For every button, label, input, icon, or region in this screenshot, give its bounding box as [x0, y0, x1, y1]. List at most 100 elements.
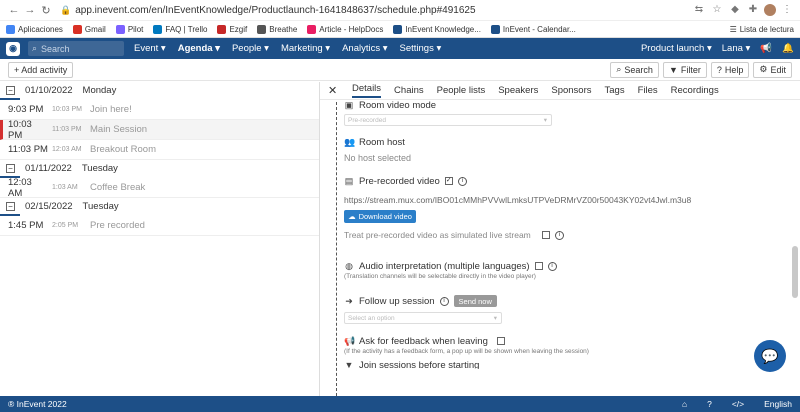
bookmark-label: Breathe	[269, 25, 298, 34]
info-icon[interactable]: i	[547, 261, 557, 271]
activity-name: Pre recorded	[90, 220, 145, 231]
collapse-icon[interactable]: −	[6, 163, 15, 173]
language-selector[interactable]: English	[764, 399, 792, 409]
send-now-button[interactable]: Send now	[453, 295, 497, 307]
bell-icon[interactable]: 🔔	[782, 43, 794, 54]
room-video-mode-select[interactable]: Pre-recorded ▾	[344, 114, 552, 126]
close-icon[interactable]: ✕	[328, 84, 337, 97]
reload-icon[interactable]: ↻	[38, 4, 54, 17]
bookmark-label: InEvent Knowledge...	[405, 25, 481, 34]
event-selector[interactable]: Product launch ▾	[641, 43, 712, 54]
download-video-button[interactable]: ☁ Download video	[344, 210, 416, 223]
code-icon[interactable]: </>	[732, 399, 744, 409]
profile-avatar[interactable]	[764, 4, 776, 16]
nav-people[interactable]: People ▾	[232, 43, 269, 54]
detail-scrollbar[interactable]	[792, 102, 798, 396]
bookmark-item[interactable]: Gmail	[72, 25, 106, 34]
menu-icon[interactable]: ⋮	[780, 4, 794, 16]
room-video-mode-text: Room video mode	[359, 100, 437, 110]
simulated-live-checkbox[interactable]	[541, 231, 550, 239]
translate-icon[interactable]: ⇆	[692, 4, 706, 16]
scrollbar-thumb[interactable]	[792, 246, 798, 298]
feedback-text: Ask for feedback when leaving	[359, 335, 488, 347]
timeline-divider	[336, 102, 337, 396]
help-icon: ?	[716, 64, 722, 75]
info-icon[interactable]: i	[439, 296, 449, 306]
tab-sponsors[interactable]: Sponsors	[551, 85, 591, 96]
tab-tags[interactable]: Tags	[605, 85, 625, 96]
bookmarks-bar: Aplicaciones Gmail Pilot FAQ | Trello Ez…	[0, 20, 800, 38]
prerecorded-checkbox[interactable]: ✓	[444, 177, 453, 185]
nav-right: Product launch ▾ Lana ▾ 📢 🔔	[641, 43, 794, 54]
tab-recordings[interactable]: Recordings	[671, 85, 719, 96]
tab-details[interactable]: Details	[352, 83, 382, 98]
tab-chains[interactable]: Chains	[394, 85, 424, 96]
info-icon[interactable]: i	[457, 176, 467, 186]
globe-icon: ◍	[345, 260, 353, 271]
nav-marketing[interactable]: Marketing ▾	[281, 43, 330, 54]
lock-icon: 🔒	[60, 4, 72, 15]
audio-interpretation-checkbox[interactable]	[534, 262, 543, 270]
activity-row[interactable]: 1:45 PM 2:05 PM Pre recorded	[0, 216, 319, 236]
tab-people-lists[interactable]: People lists	[437, 85, 486, 96]
follow-up-select[interactable]: Select an option ▾	[344, 312, 502, 324]
nav-settings[interactable]: Settings ▾	[400, 43, 442, 54]
inevent-logo[interactable]: ◉	[6, 41, 20, 56]
feedback-checkbox[interactable]	[496, 337, 505, 345]
video-url[interactable]: https://stream.mux.com/IBO01cMMhPVVwlLmk…	[344, 195, 770, 205]
tab-files[interactable]: Files	[638, 85, 658, 96]
megaphone-icon[interactable]: 📢	[760, 43, 772, 54]
help-icon[interactable]: ?	[707, 399, 712, 409]
activity-row[interactable]: 9:03 PM 10:03 PM Join here!	[0, 100, 319, 120]
nav-event[interactable]: Event ▾	[134, 43, 166, 54]
tab-speakers[interactable]: Speakers	[498, 85, 538, 96]
day-header[interactable]: − 01/10/2022 Monday	[0, 82, 319, 100]
bookmark-item[interactable]: Ezgif	[217, 25, 247, 34]
extension-icon[interactable]: ◆	[728, 4, 742, 16]
collapse-icon[interactable]: −	[6, 85, 15, 95]
edit-button[interactable]: ⚙ Edit	[753, 61, 792, 78]
activity-row[interactable]: 11:03 PM 12:03 AM Breakout Room	[0, 140, 319, 160]
collapse-icon[interactable]: −	[6, 201, 15, 211]
bookmark-item[interactable]: Aplicaciones	[6, 25, 63, 34]
global-search-input[interactable]: ⌕ Search	[28, 41, 124, 56]
activity-time: 9:03 PM	[8, 104, 44, 115]
feedback-row: 📢 Ask for feedback when leaving	[344, 334, 770, 348]
bookmark-icon	[257, 25, 267, 34]
bookmark-label: Aplicaciones	[18, 25, 63, 34]
filter-button[interactable]: ▼ Filter	[662, 61, 707, 78]
bookmark-item[interactable]: Pilot	[115, 25, 143, 34]
bookmark-label: InEvent - Calendar...	[502, 25, 576, 34]
user-menu[interactable]: Lana ▾	[722, 43, 751, 54]
bookmark-item[interactable]: InEvent Knowledge...	[393, 25, 481, 34]
reading-list[interactable]: ☰ Lista de lectura	[730, 25, 794, 34]
activity-row-selected[interactable]: 10:03 PM 11:03 PM Main Session	[0, 119, 319, 141]
agenda-toolbar: + Add activity ⌕ Search ▼ Filter ? Help ⚙ Ed…	[0, 59, 800, 81]
back-icon[interactable]: ←	[6, 4, 22, 16]
edit-button-label: Edit	[770, 64, 786, 75]
bookmark-item[interactable]: InEvent - Calendar...	[490, 25, 576, 34]
bookmark-item[interactable]: Article - HelpDocs	[307, 25, 383, 34]
search-icon: ⌕	[616, 64, 622, 74]
activity-local-time: 10:03 PM	[52, 106, 82, 113]
bookmark-icon	[6, 25, 15, 34]
search-button[interactable]: ⌕ Search	[610, 61, 659, 78]
home-icon[interactable]: ⌂	[682, 399, 687, 409]
info-icon[interactable]: i	[554, 230, 564, 240]
day-header[interactable]: − 01/11/2022 Tuesday	[0, 160, 319, 178]
address-bar[interactable]: 🔒 app.inevent.com/en/InEventKnowledge/Pr…	[60, 5, 682, 16]
nav-agenda[interactable]: Agenda ▾	[178, 43, 220, 54]
add-activity-button[interactable]: + Add activity	[8, 61, 74, 78]
puzzle-icon[interactable]: ✚	[746, 4, 760, 16]
bookmark-item[interactable]: FAQ | Trello	[153, 25, 207, 34]
bookmark-item[interactable]: Breathe	[257, 25, 297, 34]
chat-support-icon[interactable]: 💬	[754, 340, 786, 372]
help-button[interactable]: ? Help	[710, 61, 750, 78]
day-header[interactable]: − 02/15/2022 Tuesday	[0, 198, 319, 216]
nav-analytics[interactable]: Analytics ▾	[342, 43, 387, 54]
activity-row[interactable]: 12:03 AM 1:03 AM Coffee Break	[0, 177, 319, 199]
forward-icon[interactable]: →	[22, 4, 38, 16]
activity-local-time: 12:03 AM	[52, 146, 82, 153]
star-icon[interactable]: ☆	[710, 4, 724, 16]
audio-interpretation-hint: (Translation channels will be selectable…	[344, 273, 536, 280]
